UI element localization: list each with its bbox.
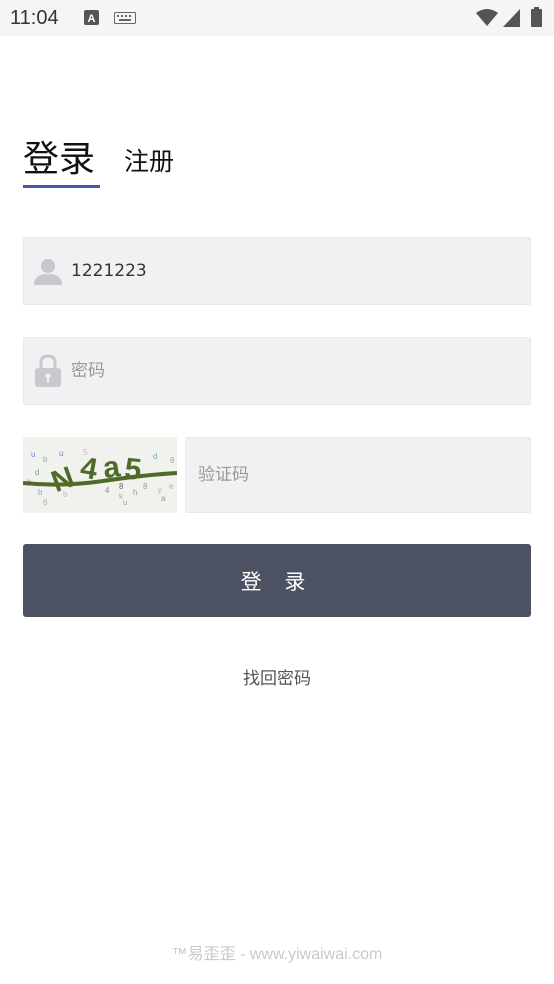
password-input[interactable]	[71, 338, 511, 404]
svg-text:6: 6	[43, 498, 48, 507]
svg-text:A: A	[88, 13, 96, 25]
svg-text:u: u	[59, 449, 63, 458]
tab-login-underline	[23, 185, 100, 188]
svg-text:u: u	[123, 498, 127, 507]
svg-text:5: 5	[123, 452, 143, 487]
battery-icon	[531, 7, 542, 27]
svg-text:u: u	[31, 450, 35, 459]
tab-register[interactable]: 注册	[124, 146, 174, 178]
svg-text:h: h	[133, 488, 137, 497]
watermark: ™易歪歪 - www.yiwaiwai.com	[171, 946, 383, 963]
text-a-icon: A	[84, 10, 99, 25]
user-icon	[34, 259, 62, 285]
keyboard-icon	[114, 12, 136, 24]
username-value: 1221223	[71, 261, 147, 281]
svg-text:y: y	[158, 485, 162, 494]
forgot-password-link[interactable]: 找回密码	[0, 664, 554, 689]
lock-icon	[35, 354, 61, 387]
tab-login[interactable]: 登录	[23, 138, 95, 182]
svg-text:8: 8	[143, 482, 148, 491]
captcha-field[interactable]	[185, 437, 531, 513]
status-time: 11:04	[10, 7, 59, 29]
svg-text:4: 4	[105, 486, 110, 495]
svg-text:d: d	[35, 468, 39, 477]
signal-icon	[503, 9, 520, 27]
username-field[interactable]: 1221223	[23, 237, 531, 305]
svg-text:e: e	[169, 482, 174, 491]
status-bar: 11:04 A	[0, 0, 554, 36]
svg-text:d: d	[153, 452, 157, 461]
captcha-image[interactable]: ubu db b5 d6 8y e8 4u ha k6 b N 4 a 5	[22, 437, 178, 513]
svg-text:6: 6	[170, 456, 175, 465]
wifi-icon	[476, 9, 498, 26]
password-field[interactable]	[23, 337, 531, 405]
login-button[interactable]: 登 录	[23, 544, 531, 617]
svg-text:a: a	[161, 494, 166, 503]
captcha-input[interactable]	[198, 438, 518, 512]
captcha-graphic: ubu db b5 d6 8y e8 4u ha k6 b N 4 a 5	[22, 437, 178, 513]
svg-text:b: b	[43, 455, 48, 464]
svg-text:b: b	[38, 488, 43, 497]
